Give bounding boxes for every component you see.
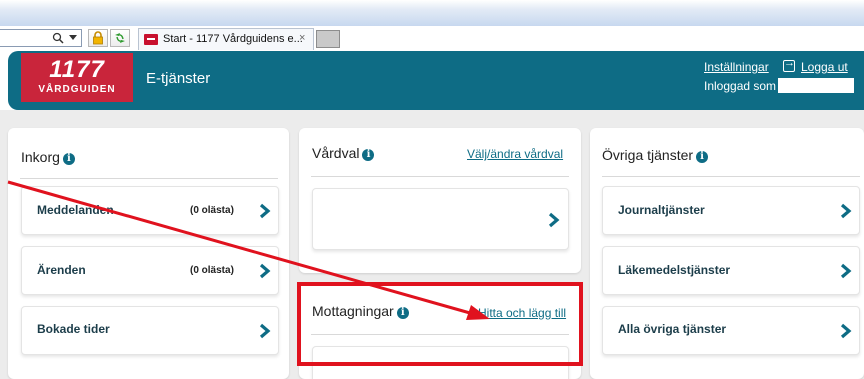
other-services-title-text: Övriga tjänster bbox=[602, 147, 694, 163]
errands-unread-count: (0 olästa) bbox=[190, 265, 234, 276]
site-favicon-icon bbox=[144, 34, 158, 45]
security-lock-button[interactable] bbox=[88, 29, 108, 47]
settings-link[interactable]: Inställningar bbox=[704, 60, 769, 74]
chevron-right-icon bbox=[840, 323, 852, 339]
lock-icon bbox=[93, 31, 103, 45]
care-choice-title: Vårdval i bbox=[312, 145, 375, 161]
chevron-right-icon bbox=[840, 263, 852, 279]
refresh-icon bbox=[115, 33, 125, 43]
site-logo[interactable]: 1177 VÅRDGUIDEN bbox=[21, 53, 133, 102]
chevron-right-icon bbox=[259, 263, 271, 279]
other-services-divider bbox=[602, 176, 860, 177]
info-icon[interactable]: i bbox=[62, 153, 75, 165]
search-icon[interactable] bbox=[52, 32, 64, 44]
chevron-right-icon bbox=[840, 203, 852, 219]
new-tab-button[interactable] bbox=[316, 30, 340, 48]
inbox-item-bookings-label: Bokade tider bbox=[37, 322, 110, 336]
care-choice-item[interactable] bbox=[312, 188, 569, 250]
tab-close-icon[interactable]: × bbox=[299, 32, 305, 44]
inbox-item-errands-label: Ärenden bbox=[37, 263, 86, 277]
logged-in-username bbox=[778, 78, 854, 93]
logged-in-label: Inloggad som bbox=[704, 79, 777, 93]
change-care-choice-link[interactable]: Välj/ändra vårdval bbox=[467, 147, 563, 161]
journal-services-label: Journaltjänster bbox=[618, 203, 705, 217]
medication-services-label: Läkemedelstjänster bbox=[618, 263, 731, 277]
logout-link[interactable]: Logga ut bbox=[801, 60, 848, 74]
highlight-box bbox=[297, 282, 583, 366]
browser-tab[interactable]: Start - 1177 Vårdguidens e... × bbox=[138, 28, 314, 50]
info-icon[interactable]: i bbox=[696, 151, 709, 163]
address-dropdown-icon[interactable] bbox=[69, 35, 77, 40]
address-bar[interactable] bbox=[0, 29, 82, 47]
inbox-item-messages-label: Meddelanden bbox=[37, 203, 114, 217]
chevron-right-icon bbox=[259, 323, 271, 339]
logo-brand: VÅRDGUIDEN bbox=[38, 84, 116, 95]
site-title: E-tjänster bbox=[146, 70, 211, 87]
logout-icon[interactable] bbox=[783, 57, 795, 72]
info-icon[interactable]: i bbox=[362, 149, 375, 161]
other-services-title: Övriga tjänster i bbox=[602, 147, 709, 163]
inbox-title: Inkorg i bbox=[21, 149, 75, 165]
all-other-services-label: Alla övriga tjänster bbox=[618, 322, 727, 336]
care-choice-divider bbox=[311, 176, 569, 177]
chevron-right-icon bbox=[259, 203, 271, 219]
inbox-divider bbox=[20, 178, 278, 179]
messages-unread-count: (0 olästa) bbox=[190, 205, 234, 216]
inbox-title-text: Inkorg bbox=[21, 149, 60, 165]
tab-title: Start - 1177 Vårdguidens e... bbox=[163, 33, 303, 45]
screenshot-root: Start - 1177 Vårdguidens e... × 1177 VÅR… bbox=[0, 0, 864, 379]
window-titlebar bbox=[0, 0, 864, 26]
care-choice-title-text: Vårdval bbox=[312, 145, 360, 161]
chevron-right-icon bbox=[548, 212, 560, 228]
refresh-button[interactable] bbox=[110, 29, 130, 47]
logo-number: 1177 bbox=[49, 56, 105, 83]
